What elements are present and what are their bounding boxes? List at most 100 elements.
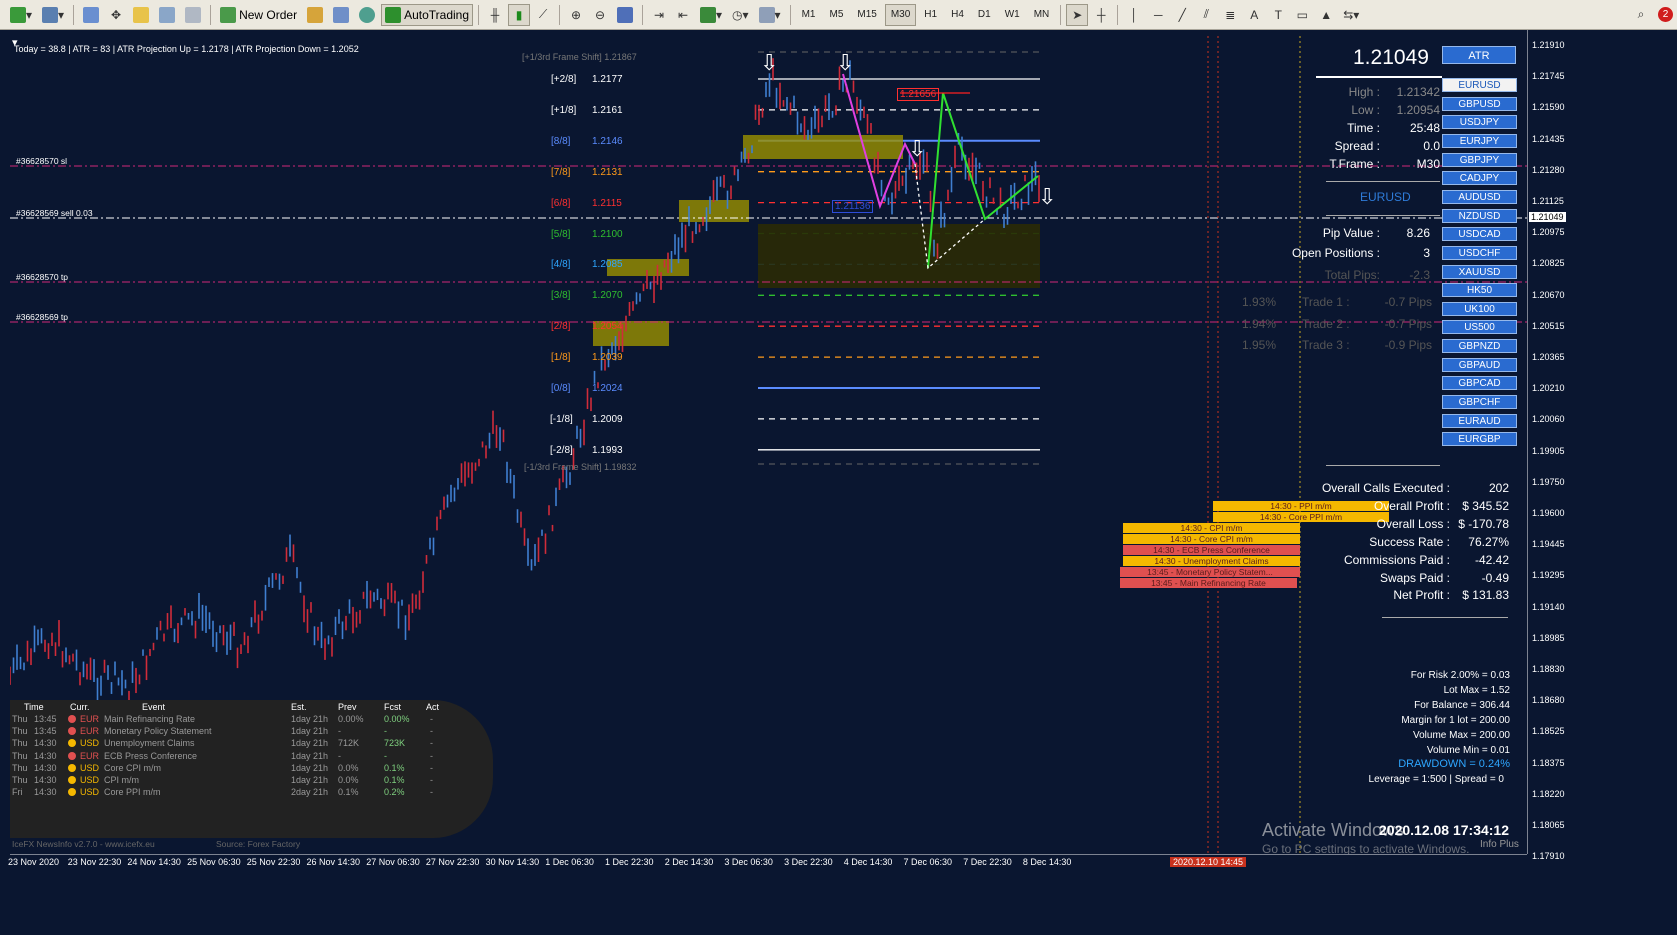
price-axis[interactable]: 1.21910 1.21745 1.21590 1.21435 1.21280 1.211…	[1527, 30, 1568, 861]
symbol-button-gbpjpy[interactable]: GBPJPY	[1442, 152, 1517, 167]
line-chart-icon[interactable]: ⟋	[532, 4, 554, 26]
symbol-button-usdchf[interactable]: USDCHF	[1442, 245, 1517, 260]
tile-windows-icon[interactable]	[613, 4, 637, 26]
chart-shift-icon[interactable]: ⇤	[672, 4, 694, 26]
symbol-button-gbpcad[interactable]: GBPCAD	[1442, 376, 1517, 391]
strategy-tester-icon[interactable]	[181, 4, 205, 26]
text-icon[interactable]: A	[1243, 4, 1265, 26]
crosshair-icon[interactable]: ┼	[1090, 4, 1112, 26]
new-order-button[interactable]: New Order	[216, 4, 301, 26]
news-row-time: 14:30	[34, 738, 57, 749]
crosshair-navigator-icon[interactable]: ✥	[105, 4, 127, 26]
symbol-button-eurjpy[interactable]: EURJPY	[1442, 133, 1517, 148]
zoom-out-icon[interactable]: ⊖	[589, 4, 611, 26]
toolbar-separator	[210, 4, 212, 25]
time-tick: 7 Dec 22:30	[963, 857, 1012, 867]
trendline-icon[interactable]: ╱	[1171, 4, 1193, 26]
timeframe-m30[interactable]: M30	[884, 3, 917, 26]
symbol-button-uk100[interactable]: UK100	[1442, 301, 1517, 316]
templates-icon[interactable]: ▾	[755, 4, 785, 26]
symbol-button-us500[interactable]: US500	[1442, 320, 1517, 335]
horizontal-line-icon[interactable]: ─	[1147, 4, 1169, 26]
stat-label: Swaps Paid :	[1379, 570, 1450, 585]
timeframe-d1[interactable]: D1	[972, 4, 997, 26]
symbol-button-nzdusd[interactable]: NZDUSD	[1442, 208, 1517, 223]
price-tick: 1.18220	[1532, 788, 1565, 799]
news-row-event: Core PPI m/m	[104, 787, 161, 798]
time-tick: 3 Dec 22:30	[784, 857, 833, 867]
timeframe-h1[interactable]: H1	[918, 4, 943, 26]
symbol-button-gbpnzd[interactable]: GBPNZD	[1442, 339, 1517, 354]
news-row-forecast: -	[384, 750, 387, 761]
symbol-button-xauusd[interactable]: XAUUSD	[1442, 264, 1517, 279]
autotrading-button[interactable]: AutoTrading	[381, 3, 474, 26]
symbol-button-audusd[interactable]: AUDUSD	[1442, 189, 1517, 204]
risk-line: For Balance = 306.44	[1414, 700, 1510, 711]
timeframe-w1[interactable]: W1	[999, 4, 1026, 26]
rectangle-icon[interactable]: ▭	[1291, 4, 1313, 26]
news-row-previous: 0.0%	[338, 775, 359, 785]
symbol-button-hk50[interactable]: HK50	[1442, 283, 1517, 298]
channel-icon[interactable]: ⫽	[1195, 4, 1217, 26]
symbol-button-usdcad[interactable]: USDCAD	[1442, 227, 1517, 242]
time-axis[interactable]: 23 Nov 2020 23 Nov 22:30 24 Nov 14:30 25 No…	[8, 854, 1527, 877]
market-icon[interactable]	[355, 4, 379, 26]
autoscroll-icon[interactable]: ⇥	[648, 4, 670, 26]
symbol-button-usdjpy[interactable]: USDJPY	[1442, 115, 1517, 130]
fibonacci-icon[interactable]: ≣	[1219, 4, 1241, 26]
profiles-icon[interactable]: ▾	[38, 4, 68, 26]
atr-button[interactable]: ATR	[1442, 46, 1516, 64]
news-row-day: Thu	[12, 726, 28, 737]
bar-chart-icon[interactable]: ╫	[484, 4, 506, 26]
news-header-previous: Prev	[338, 702, 357, 712]
symbol-button-gbpaud[interactable]: GBPAUD	[1442, 357, 1517, 372]
symbol-button-cadjpy[interactable]: CADJPY	[1442, 171, 1517, 186]
signals-icon[interactable]	[329, 4, 353, 26]
indicators-icon[interactable]: ▾	[696, 4, 726, 26]
timeframe-h4[interactable]: H4	[945, 4, 970, 26]
news-currency-dot	[68, 751, 76, 760]
symbol-button-euraud[interactable]: EURAUD	[1442, 413, 1517, 428]
murrey-level-price: 1.2024	[592, 383, 623, 394]
news-row-estimate: 1day 21h	[291, 714, 329, 724]
notifications-icon[interactable]: 2	[1654, 4, 1677, 26]
low-label: Low :	[1351, 103, 1380, 117]
timeframe-mn[interactable]: MN	[1028, 4, 1056, 26]
atr-info-line: Today = 38.8 | ATR = 83 | ATR Projection…	[14, 44, 359, 54]
news-row-actual: -	[430, 726, 433, 737]
terminal-icon[interactable]	[155, 4, 179, 26]
symbol-button-eurusd[interactable]: EURUSD	[1442, 78, 1517, 92]
metaeditor-icon[interactable]	[303, 4, 327, 26]
timeframe-m15[interactable]: M15	[851, 4, 882, 26]
cursor-icon[interactable]: ➤	[1066, 3, 1089, 26]
news-row-time: 14:30	[34, 775, 57, 785]
symbol-button-eurgbp[interactable]: EURGBP	[1442, 432, 1517, 447]
navigator-icon[interactable]	[129, 4, 153, 26]
murrey-level-tag: [-2/8]	[550, 444, 573, 456]
candlestick-icon[interactable]: ▮	[508, 3, 531, 26]
market-watch-icon[interactable]	[79, 4, 103, 26]
timeframe-m1[interactable]: M1	[796, 4, 822, 26]
news-row-forecast: 0.2%	[384, 787, 405, 798]
price-chart[interactable]: ▾ Today = 38.8 | ATR = 83 | ATR Projecti…	[10, 36, 1527, 854]
symbol-button-gbpusd[interactable]: GBPUSD	[1442, 96, 1517, 111]
text-label-icon[interactable]: T	[1267, 4, 1289, 26]
time-tick: 26 Nov 14:30	[306, 857, 361, 867]
spread-value: 0.0	[1423, 139, 1440, 153]
arrows-icon[interactable]: ⇆▾	[1339, 4, 1363, 26]
vertical-line-icon[interactable]: │	[1123, 4, 1145, 26]
periods-icon[interactable]: ◷▾	[728, 4, 753, 26]
zoom-in-icon[interactable]: ⊕	[565, 4, 587, 26]
news-currency-dot	[68, 715, 76, 723]
symbol-button-gbpchf[interactable]: GBPCHF	[1442, 395, 1517, 410]
search-icon[interactable]: ⌕	[1630, 4, 1652, 26]
bottom-margin	[0, 876, 1677, 935]
total-pips-value: -2.3	[1409, 268, 1430, 282]
news-row-day: Thu	[12, 775, 28, 785]
time-tick: 23 Nov 2020	[8, 857, 60, 867]
timeframe-m5[interactable]: M5	[823, 4, 849, 26]
new-chart-icon[interactable]: ▾	[6, 4, 36, 26]
triangle-icon[interactable]: ▲	[1315, 4, 1337, 26]
news-currency-dot	[68, 763, 76, 772]
news-row-event: Unemployment Claims	[104, 738, 195, 749]
